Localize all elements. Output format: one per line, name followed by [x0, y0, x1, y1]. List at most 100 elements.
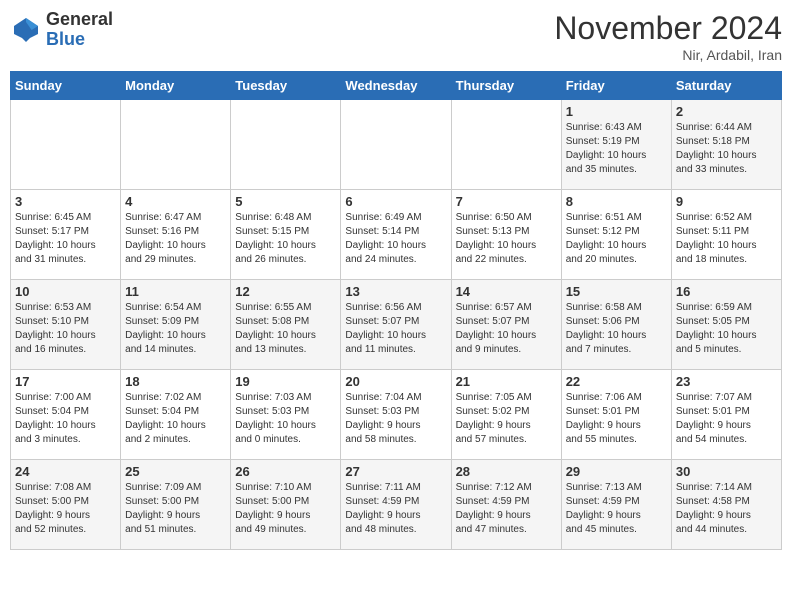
day-info: Sunrise: 7:08 AM Sunset: 5:00 PM Dayligh… [15, 481, 116, 537]
day-number: 17 [15, 374, 116, 389]
calendar-cell: 30 Sunrise: 7:14 AM Sunset: 4:58 PM Dayli… [671, 460, 781, 550]
day-number: 26 [235, 464, 336, 479]
day-number: 13 [345, 284, 446, 299]
day-info: Sunrise: 7:00 AM Sunset: 5:04 PM Dayligh… [15, 391, 116, 447]
day-number: 24 [15, 464, 116, 479]
calendar-cell [341, 100, 451, 190]
day-number: 29 [566, 464, 667, 479]
day-info: Sunrise: 6:57 AM Sunset: 5:07 PM Dayligh… [456, 301, 557, 357]
calendar-cell: 8Sunrise: 6:51 AM Sunset: 5:12 PM Daylig… [561, 190, 671, 280]
day-info: Sunrise: 6:58 AM Sunset: 5:06 PM Dayligh… [566, 301, 667, 357]
day-info: Sunrise: 6:54 AM Sunset: 5:09 PM Dayligh… [125, 301, 226, 357]
calendar-cell: 27Sunrise: 7:11 AM Sunset: 4:59 PM Dayli… [341, 460, 451, 550]
title-area: November 2024 Nir, Ardabil, Iran [554, 10, 782, 63]
logo: General Blue [10, 10, 113, 50]
calendar-cell: 22Sunrise: 7:06 AM Sunset: 5:01 PM Dayli… [561, 370, 671, 460]
day-info: Sunrise: 6:50 AM Sunset: 5:13 PM Dayligh… [456, 211, 557, 267]
day-header-sunday: Sunday [11, 72, 121, 100]
day-info: Sunrise: 7:04 AM Sunset: 5:03 PM Dayligh… [345, 391, 446, 447]
day-number: 16 [676, 284, 777, 299]
day-info: Sunrise: 7:05 AM Sunset: 5:02 PM Dayligh… [456, 391, 557, 447]
day-header-saturday: Saturday [671, 72, 781, 100]
calendar-cell: 7 Sunrise: 6:50 AM Sunset: 5:13 PM Daylig… [451, 190, 561, 280]
day-info: Sunrise: 7:02 AM Sunset: 5:04 PM Dayligh… [125, 391, 226, 447]
calendar-cell: 1 Sunrise: 6:43 AM Sunset: 5:19 PM Daylig… [561, 100, 671, 190]
day-info: Sunrise: 7:14 AM Sunset: 4:58 PM Dayligh… [676, 481, 777, 537]
day-info: Sunrise: 6:55 AM Sunset: 5:08 PM Dayligh… [235, 301, 336, 357]
day-info: Sunrise: 6:47 AM Sunset: 5:16 PM Dayligh… [125, 211, 226, 267]
day-info: Sunrise: 6:52 AM Sunset: 5:11 PM Dayligh… [676, 211, 777, 267]
day-info: Sunrise: 6:51 AM Sunset: 5:12 PM Dayligh… [566, 211, 667, 267]
day-info: Sunrise: 6:56 AM Sunset: 5:07 PM Dayligh… [345, 301, 446, 357]
calendar-cell [451, 100, 561, 190]
day-number: 21 [456, 374, 557, 389]
calendar-cell: 13 Sunrise: 6:56 AM Sunset: 5:07 PM Dayli… [341, 280, 451, 370]
day-info: Sunrise: 7:09 AM Sunset: 5:00 PM Dayligh… [125, 481, 226, 537]
day-number: 28 [456, 464, 557, 479]
calendar-cell: 10 Sunrise: 6:53 AM Sunset: 5:10 PM Dayli… [11, 280, 121, 370]
day-info: Sunrise: 7:06 AM Sunset: 5:01 PM Dayligh… [566, 391, 667, 447]
calendar-cell: 28 Sunrise: 7:12 AM Sunset: 4:59 PM Dayli… [451, 460, 561, 550]
calendar-cell: 15 Sunrise: 6:58 AM Sunset: 5:06 PM Dayli… [561, 280, 671, 370]
month-title: November 2024 [554, 10, 782, 47]
day-info: Sunrise: 6:59 AM Sunset: 5:05 PM Dayligh… [676, 301, 777, 357]
day-info: Sunrise: 7:10 AM Sunset: 5:00 PM Dayligh… [235, 481, 336, 537]
day-number: 1 [566, 104, 667, 119]
subtitle: Nir, Ardabil, Iran [554, 47, 782, 63]
calendar-cell: 2Sunrise: 6:44 AM Sunset: 5:18 PM Daylig… [671, 100, 781, 190]
calendar-cell: 9 Sunrise: 6:52 AM Sunset: 5:11 PM Daylig… [671, 190, 781, 280]
logo-general-text: General [46, 9, 113, 29]
day-number: 15 [566, 284, 667, 299]
day-info: Sunrise: 6:53 AM Sunset: 5:10 PM Dayligh… [15, 301, 116, 357]
day-info: Sunrise: 6:48 AM Sunset: 5:15 PM Dayligh… [235, 211, 336, 267]
day-number: 30 [676, 464, 777, 479]
header-row: SundayMondayTuesdayWednesdayThursdayFrid… [11, 72, 782, 100]
calendar-cell: 11 Sunrise: 6:54 AM Sunset: 5:09 PM Dayli… [121, 280, 231, 370]
day-header-monday: Monday [121, 72, 231, 100]
calendar-cell: 25 Sunrise: 7:09 AM Sunset: 5:00 PM Dayli… [121, 460, 231, 550]
day-header-tuesday: Tuesday [231, 72, 341, 100]
calendar-cell: 3 Sunrise: 6:45 AM Sunset: 5:17 PM Daylig… [11, 190, 121, 280]
calendar-cell: 5 Sunrise: 6:48 AM Sunset: 5:15 PM Daylig… [231, 190, 341, 280]
day-number: 6 [345, 194, 446, 209]
day-info: Sunrise: 7:13 AM Sunset: 4:59 PM Dayligh… [566, 481, 667, 537]
day-number: 25 [125, 464, 226, 479]
day-header-wednesday: Wednesday [341, 72, 451, 100]
day-number: 20 [345, 374, 446, 389]
calendar-cell: 6Sunrise: 6:49 AM Sunset: 5:14 PM Daylig… [341, 190, 451, 280]
logo-icon [10, 14, 42, 46]
day-info: Sunrise: 7:12 AM Sunset: 4:59 PM Dayligh… [456, 481, 557, 537]
day-header-thursday: Thursday [451, 72, 561, 100]
calendar-cell: 17 Sunrise: 7:00 AM Sunset: 5:04 PM Dayli… [11, 370, 121, 460]
day-number: 14 [456, 284, 557, 299]
week-row-5: 24 Sunrise: 7:08 AM Sunset: 5:00 PM Dayli… [11, 460, 782, 550]
calendar-cell: 29 Sunrise: 7:13 AM Sunset: 4:59 PM Dayli… [561, 460, 671, 550]
calendar-table: SundayMondayTuesdayWednesdayThursdayFrid… [10, 71, 782, 550]
day-info: Sunrise: 6:43 AM Sunset: 5:19 PM Dayligh… [566, 121, 667, 177]
day-info: Sunrise: 7:07 AM Sunset: 5:01 PM Dayligh… [676, 391, 777, 447]
day-info: Sunrise: 7:03 AM Sunset: 5:03 PM Dayligh… [235, 391, 336, 447]
day-number: 19 [235, 374, 336, 389]
calendar-cell: 4Sunrise: 6:47 AM Sunset: 5:16 PM Daylig… [121, 190, 231, 280]
calendar-cell: 21 Sunrise: 7:05 AM Sunset: 5:02 PM Dayli… [451, 370, 561, 460]
calendar-cell: 24 Sunrise: 7:08 AM Sunset: 5:00 PM Dayli… [11, 460, 121, 550]
calendar-cell: 16 Sunrise: 6:59 AM Sunset: 5:05 PM Dayli… [671, 280, 781, 370]
day-number: 27 [345, 464, 446, 479]
day-number: 18 [125, 374, 226, 389]
day-number: 5 [235, 194, 336, 209]
day-number: 9 [676, 194, 777, 209]
calendar-cell [121, 100, 231, 190]
day-number: 11 [125, 284, 226, 299]
day-number: 3 [15, 194, 116, 209]
calendar-cell: 18 Sunrise: 7:02 AM Sunset: 5:04 PM Dayli… [121, 370, 231, 460]
calendar-cell: 26 Sunrise: 7:10 AM Sunset: 5:00 PM Dayli… [231, 460, 341, 550]
day-number: 10 [15, 284, 116, 299]
calendar-cell: 12 Sunrise: 6:55 AM Sunset: 5:08 PM Dayli… [231, 280, 341, 370]
day-info: Sunrise: 6:45 AM Sunset: 5:17 PM Dayligh… [15, 211, 116, 267]
day-header-friday: Friday [561, 72, 671, 100]
day-number: 7 [456, 194, 557, 209]
calendar-cell [11, 100, 121, 190]
day-number: 23 [676, 374, 777, 389]
day-number: 12 [235, 284, 336, 299]
logo-blue-text: Blue [46, 29, 85, 49]
